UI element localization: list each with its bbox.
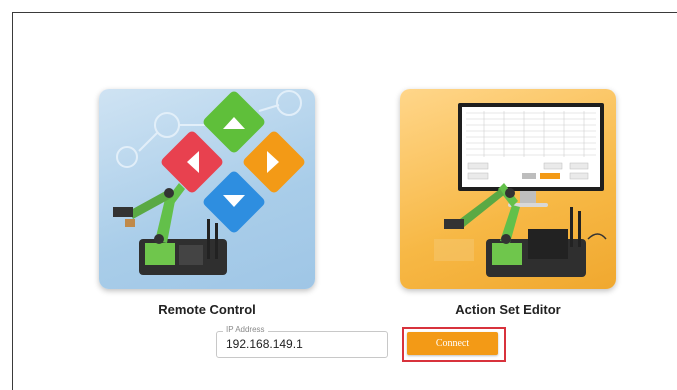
connect-button[interactable]: Connect (407, 332, 498, 355)
ip-address-input[interactable] (226, 337, 376, 351)
arrow-right-icon (243, 131, 305, 193)
arrow-up-icon (203, 91, 265, 153)
monitor-image (458, 103, 604, 207)
action-set-editor-illustration (434, 103, 607, 277)
arrow-down-icon (203, 171, 265, 233)
ip-address-field[interactable]: IP Address (216, 325, 388, 358)
ip-address-legend: IP Address (223, 325, 268, 334)
remote-control-illustration (113, 90, 305, 275)
action-set-editor-label: Action Set Editor (455, 302, 561, 317)
action-set-editor-card[interactable] (400, 89, 616, 289)
arrow-left-icon (161, 131, 223, 193)
remote-control-label: Remote Control (158, 302, 256, 317)
remote-control-card[interactable] (99, 89, 315, 289)
